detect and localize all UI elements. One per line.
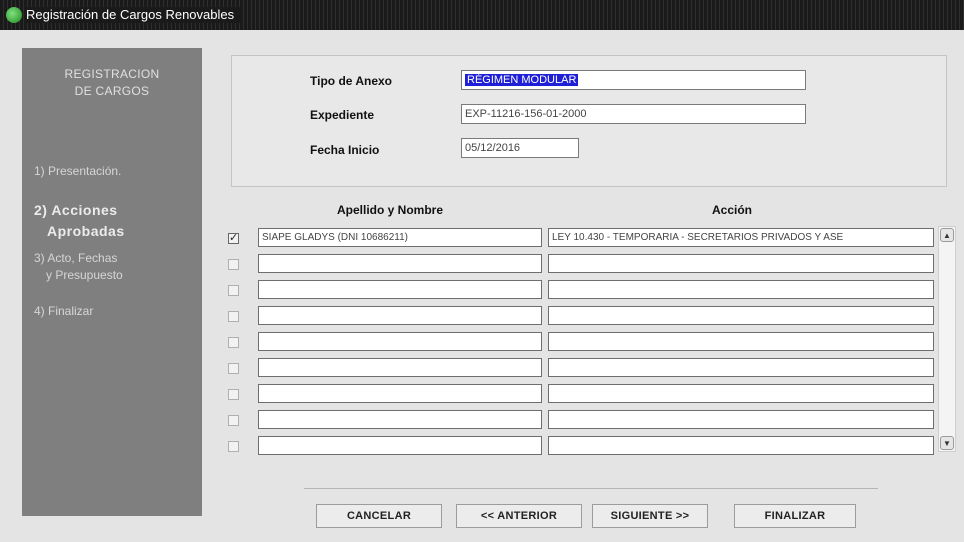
apellido-nombre-cell[interactable] <box>258 280 542 299</box>
column-header-accion: Acción <box>712 203 753 217</box>
step-label-cont: y Presupuesto <box>46 268 123 282</box>
accion-cell[interactable] <box>548 358 934 377</box>
fecha-inicio-label: Fecha Inicio <box>310 143 380 157</box>
column-header-nombre: Apellido y Nombre <box>337 203 444 217</box>
title-bar[interactable]: Registración de Cargos Renovables <box>0 0 964 30</box>
sidebar-title-line-2: DE CARGOS <box>74 84 150 98</box>
accion-cell[interactable] <box>548 410 934 429</box>
accion-cell[interactable] <box>548 306 934 325</box>
window-title: Registración de Cargos Renovables <box>26 7 243 23</box>
sidebar-title-line-1: REGISTRACION <box>64 67 160 81</box>
apellido-nombre-cell[interactable] <box>258 332 542 351</box>
fecha-inicio-field[interactable]: 05/12/2016 <box>461 138 579 158</box>
step-label: 4) Finalizar <box>34 304 94 318</box>
finish-button[interactable]: FINALIZAR <box>734 504 856 528</box>
row-checkbox[interactable] <box>228 441 239 452</box>
row-checkbox[interactable] <box>228 389 239 400</box>
wizard-sidebar: REGISTRACION DE CARGOS 1) Presentación. … <box>22 48 202 516</box>
step-acto-fechas-presupuesto: 3) Acto, Fechas y Presupuesto <box>34 250 123 284</box>
next-button[interactable]: SIGUIENTE >> <box>592 504 708 528</box>
table-row <box>228 384 936 404</box>
accion-cell[interactable]: LEY 10.430 - TEMPORARIA - SECRETARIOS PR… <box>548 228 934 247</box>
step-acciones-aprobadas: 2) Acciones Aprobadas <box>34 200 125 242</box>
expediente-label: Expediente <box>310 108 375 122</box>
row-checkbox[interactable] <box>228 415 239 426</box>
row-checkbox[interactable] <box>228 259 239 270</box>
expediente-field[interactable]: EXP-11216-156-01-2000 <box>461 104 806 124</box>
step-finalizar: 4) Finalizar <box>34 303 93 320</box>
table-row <box>228 306 936 326</box>
step-label-cont: Aprobadas <box>47 223 125 239</box>
row-checkbox[interactable] <box>228 285 239 296</box>
arrow-up-icon[interactable]: ▲ <box>940 228 954 242</box>
button-separator <box>304 488 878 489</box>
step-label: 2) Acciones <box>34 202 118 218</box>
step-label: 3) Acto, Fechas <box>34 251 118 265</box>
cancel-button[interactable]: CANCELAR <box>316 504 442 528</box>
accion-cell[interactable] <box>548 332 934 351</box>
application-window: Registración de Cargos Renovables REGIST… <box>0 0 964 542</box>
row-checkbox[interactable] <box>228 337 239 348</box>
sidebar-title: REGISTRACION DE CARGOS <box>22 66 202 100</box>
table-row <box>228 332 936 352</box>
table-row: SIAPE GLADYS (DNI 10686211) LEY 10.430 - … <box>228 228 936 248</box>
row-checkbox[interactable] <box>228 231 239 244</box>
apellido-nombre-cell[interactable] <box>258 384 542 403</box>
accion-cell[interactable] <box>548 254 934 273</box>
apellido-nombre-cell[interactable]: SIAPE GLADYS (DNI 10686211) <box>258 228 542 247</box>
tipo-anexo-label: Tipo de Anexo <box>310 74 393 88</box>
table-row <box>228 410 936 430</box>
tipo-anexo-value: RÉGIMEN MODULAR <box>465 74 579 86</box>
step-presentacion: 1) Presentación. <box>34 163 121 180</box>
apellido-nombre-cell[interactable] <box>258 306 542 325</box>
step-label: 1) Presentación. <box>34 164 122 178</box>
accion-cell[interactable] <box>548 384 934 403</box>
table-row <box>228 254 936 274</box>
row-checkbox[interactable] <box>228 311 239 322</box>
table-row <box>228 280 936 300</box>
tipo-anexo-field[interactable]: RÉGIMEN MODULAR <box>461 70 806 90</box>
app-leaf-icon <box>6 7 22 23</box>
accion-cell[interactable] <box>548 436 934 455</box>
previous-button[interactable]: << ANTERIOR <box>456 504 582 528</box>
apellido-nombre-cell[interactable] <box>258 410 542 429</box>
apellido-nombre-cell[interactable] <box>258 436 542 455</box>
row-checkbox[interactable] <box>228 363 239 374</box>
accion-cell[interactable] <box>548 280 934 299</box>
arrow-down-icon[interactable]: ▼ <box>940 436 954 450</box>
apellido-nombre-cell[interactable] <box>258 254 542 273</box>
table-row <box>228 436 936 456</box>
table-row <box>228 358 936 378</box>
apellido-nombre-cell[interactable] <box>258 358 542 377</box>
table-scrollbar[interactable]: ▲ ▼ <box>938 226 956 452</box>
